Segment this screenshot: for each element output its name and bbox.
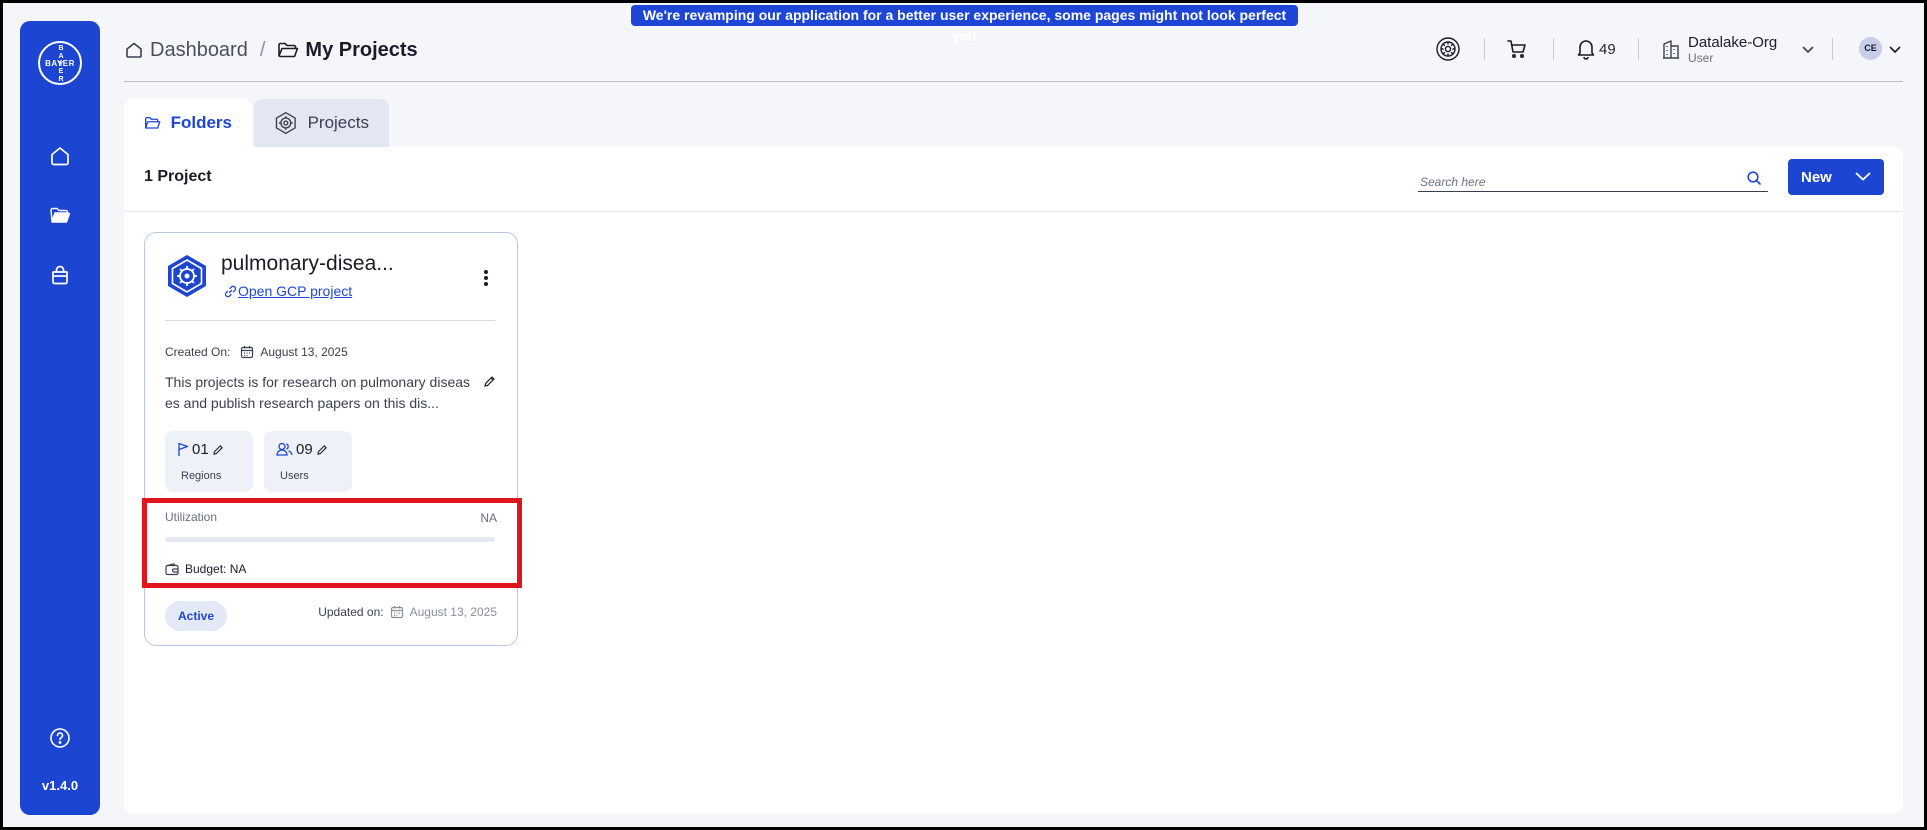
- created-on: Created On: August 13, 2025: [165, 345, 348, 359]
- notification-count: 49: [1599, 40, 1616, 58]
- new-button-label: New: [1801, 168, 1832, 186]
- header-divider-line: [124, 81, 1903, 82]
- utilization-value: NA: [480, 511, 497, 525]
- home-icon[interactable]: [47, 143, 73, 169]
- bayer-logo[interactable]: BAYER BAYER: [38, 41, 82, 85]
- updated-on-date: August 13, 2025: [409, 605, 497, 619]
- breadcrumb-separator: /: [259, 38, 266, 61]
- header-divider: [1638, 38, 1639, 60]
- announcement-banner: We're revamping our application for a be…: [631, 5, 1298, 44]
- budget: Budget: NA: [165, 562, 246, 576]
- project-count: 1 Project: [144, 168, 212, 185]
- project-title[interactable]: pulmonary-disea...: [221, 252, 394, 276]
- new-button[interactable]: New: [1788, 159, 1884, 195]
- open-gcp-link-label: Open GCP project: [238, 283, 353, 299]
- status-badge: Active: [165, 601, 227, 631]
- folder-open-icon: [144, 116, 161, 129]
- search-icon[interactable]: [1746, 170, 1762, 186]
- utilization-label: Utilization: [165, 510, 218, 524]
- open-gcp-link[interactable]: Open GCP project: [224, 283, 352, 299]
- tab-folders-label: Folders: [170, 113, 232, 132]
- page-title: My Projects: [305, 38, 418, 61]
- regions-count: 01: [192, 441, 209, 458]
- project-card[interactable]: pulmonary-disea... Open GCP project Crea…: [142, 232, 522, 646]
- header-divider: [1553, 38, 1554, 60]
- more-options-icon[interactable]: [483, 269, 489, 287]
- users-label: Users: [280, 470, 309, 482]
- projects-panel: 1 Project New pulmonary-disea... Open GC…: [124, 147, 1903, 813]
- sidebar: BAYER BAYER v1.4.0: [20, 21, 100, 815]
- tab-projects-label: Projects: [307, 113, 369, 132]
- created-on-label: Created On:: [165, 345, 231, 359]
- building-icon: [1663, 40, 1679, 59]
- regions-stat: 01 Regions: [165, 431, 253, 492]
- flag-icon: [178, 442, 189, 456]
- budget-value: Budget: NA: [185, 562, 247, 576]
- users-icon: [276, 442, 293, 456]
- users-count: 09: [296, 441, 313, 458]
- tab-projects[interactable]: Projects: [254, 99, 389, 147]
- edit-icon[interactable]: [483, 375, 496, 388]
- header-divider: [1484, 38, 1485, 60]
- settings-button[interactable]: [1435, 34, 1461, 64]
- app-version: v1.4.0: [41, 778, 79, 793]
- calendar-icon: [241, 346, 254, 359]
- updated-on-label: Updated on:: [318, 605, 384, 619]
- project-description: This projects is for research on pulmona…: [165, 374, 471, 411]
- edit-icon[interactable]: [316, 444, 328, 456]
- chevron-down-icon[interactable]: [1888, 44, 1902, 54]
- header-divider: [1832, 38, 1833, 60]
- calendar-icon: [390, 606, 403, 619]
- utilization-bar: [165, 537, 495, 542]
- project-hex-icon: [168, 255, 206, 297]
- created-on-date: August 13, 2025: [260, 345, 348, 359]
- chevron-down-icon: [1855, 172, 1871, 181]
- breadcrumb: Dashboard / My Projects: [124, 36, 418, 64]
- cart-icon: [1507, 40, 1526, 58]
- help-icon[interactable]: [47, 725, 73, 751]
- breadcrumb-dashboard[interactable]: Dashboard: [124, 39, 248, 62]
- search-input[interactable]: [1418, 171, 1718, 193]
- users-stat: 09 Users: [264, 431, 352, 492]
- bag-icon[interactable]: [47, 262, 73, 288]
- chevron-down-icon: [1802, 46, 1814, 54]
- breadcrumb-dashboard-label: Dashboard: [150, 38, 248, 61]
- org-switcher[interactable]: Datalake-Org User: [1662, 33, 1815, 65]
- wallet-icon: [165, 562, 179, 575]
- avatar[interactable]: CE: [1859, 37, 1882, 60]
- settings-icon: [1436, 37, 1460, 61]
- card-divider: [165, 320, 495, 321]
- org-role: User: [1688, 50, 1714, 65]
- cart-button[interactable]: [1506, 34, 1528, 64]
- folder-icon: [278, 42, 299, 58]
- updated-on: Updated on: August 13, 2025: [318, 605, 497, 619]
- project-hex-icon: [275, 111, 296, 135]
- home-icon: [126, 42, 142, 58]
- tab-folders[interactable]: Folders: [124, 99, 252, 147]
- folder-icon[interactable]: [47, 202, 73, 228]
- regions-label: Regions: [181, 470, 222, 482]
- link-icon: [224, 285, 237, 297]
- notifications-button[interactable]: 49: [1576, 34, 1616, 64]
- logo-text-vertical: BAYER: [58, 45, 64, 84]
- org-name: Datalake-Org: [1688, 33, 1778, 51]
- edit-icon[interactable]: [212, 444, 224, 456]
- bell-icon: [1577, 40, 1595, 60]
- breadcrumb-current: My Projects: [277, 38, 418, 62]
- toolbar-divider: [124, 211, 1903, 212]
- search-field[interactable]: [1418, 167, 1768, 193]
